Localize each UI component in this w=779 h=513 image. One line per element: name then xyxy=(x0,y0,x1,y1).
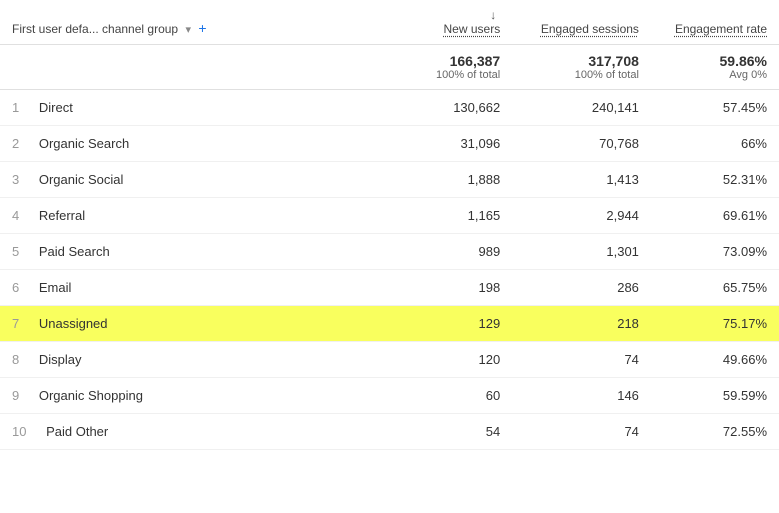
sort-icon: ↓ xyxy=(490,8,496,22)
row-engagement-rate-cell: 73.09% xyxy=(651,234,779,270)
row-new-users-cell: 54 xyxy=(363,414,512,450)
channel-name: Display xyxy=(39,352,82,367)
engagement-rate-label[interactable]: Engagement rate xyxy=(663,22,767,36)
row-new-users-cell: 198 xyxy=(363,270,512,306)
table-row: 9 Organic Shopping 60 146 59.59% xyxy=(0,378,779,414)
row-new-users-cell: 1,888 xyxy=(363,162,512,198)
new-users-column-header: ↓New users xyxy=(363,0,512,45)
channel-name: Unassigned xyxy=(39,316,108,331)
row-engaged-sessions-cell: 146 xyxy=(512,378,651,414)
table-row: 2 Organic Search 31,096 70,768 66% xyxy=(0,126,779,162)
channel-name: Email xyxy=(39,280,72,295)
row-engagement-rate-cell: 49.66% xyxy=(651,342,779,378)
row-dimension-cell: 8 Display xyxy=(0,342,363,378)
row-engaged-sessions-cell: 240,141 xyxy=(512,90,651,126)
row-new-users-cell: 1,165 xyxy=(363,198,512,234)
row-number: 10 xyxy=(12,424,26,439)
row-number: 1 xyxy=(12,100,19,115)
totals-engagement-rate-cell: 59.86% Avg 0% xyxy=(651,45,779,90)
row-engaged-sessions-cell: 218 xyxy=(512,306,651,342)
row-engaged-sessions-cell: 2,944 xyxy=(512,198,651,234)
channel-name: Organic Social xyxy=(39,172,124,187)
engaged-sessions-column-header: Engaged sessions xyxy=(512,0,651,45)
row-engaged-sessions-cell: 1,301 xyxy=(512,234,651,270)
row-dimension-cell: 3 Organic Social xyxy=(0,162,363,198)
row-dimension-cell: 10 Paid Other xyxy=(0,414,363,450)
row-new-users-cell: 989 xyxy=(363,234,512,270)
row-new-users-cell: 120 xyxy=(363,342,512,378)
table-row: 8 Display 120 74 49.66% xyxy=(0,342,779,378)
row-engagement-rate-cell: 65.75% xyxy=(651,270,779,306)
totals-new-users-sub: 100% of total xyxy=(375,69,500,81)
row-engaged-sessions-cell: 74 xyxy=(512,342,651,378)
totals-dimension-cell xyxy=(0,45,363,90)
row-number: 6 xyxy=(12,280,19,295)
totals-engaged-sessions-main: 317,708 xyxy=(524,53,639,69)
totals-engaged-sessions-cell: 317,708 100% of total xyxy=(512,45,651,90)
channel-name: Referral xyxy=(39,208,85,223)
channel-name: Paid Search xyxy=(39,244,110,259)
row-new-users-cell: 31,096 xyxy=(363,126,512,162)
engagement-rate-column-header: Engagement rate xyxy=(651,0,779,45)
table-row: 4 Referral 1,165 2,944 69.61% xyxy=(0,198,779,234)
row-engagement-rate-cell: 66% xyxy=(651,126,779,162)
row-engaged-sessions-cell: 74 xyxy=(512,414,651,450)
table-row: 6 Email 198 286 65.75% xyxy=(0,270,779,306)
row-number: 3 xyxy=(12,172,19,187)
row-new-users-cell: 129 xyxy=(363,306,512,342)
row-number: 5 xyxy=(12,244,19,259)
table-row: 5 Paid Search 989 1,301 73.09% xyxy=(0,234,779,270)
row-engagement-rate-cell: 59.59% xyxy=(651,378,779,414)
row-engaged-sessions-cell: 286 xyxy=(512,270,651,306)
row-dimension-cell: 6 Email xyxy=(0,270,363,306)
totals-row: 166,387 100% of total 317,708 100% of to… xyxy=(0,45,779,90)
channel-name: Organic Shopping xyxy=(39,388,143,403)
totals-engaged-sessions-sub: 100% of total xyxy=(524,69,639,81)
analytics-table: First user defa... channel group ▾ + ↓Ne… xyxy=(0,0,779,450)
totals-new-users-main: 166,387 xyxy=(375,53,500,69)
row-dimension-cell: 5 Paid Search xyxy=(0,234,363,270)
row-number: 8 xyxy=(12,352,19,367)
row-number: 2 xyxy=(12,136,19,151)
row-engaged-sessions-cell: 70,768 xyxy=(512,126,651,162)
row-new-users-cell: 60 xyxy=(363,378,512,414)
engaged-sessions-label[interactable]: Engaged sessions xyxy=(524,22,639,36)
totals-engagement-rate-main: 59.86% xyxy=(663,53,767,69)
row-dimension-cell: 7 Unassigned xyxy=(0,306,363,342)
dimension-label: First user defa... channel group xyxy=(12,22,178,36)
row-engagement-rate-cell: 69.61% xyxy=(651,198,779,234)
row-engagement-rate-cell: 52.31% xyxy=(651,162,779,198)
totals-engagement-rate-sub: Avg 0% xyxy=(663,69,767,81)
add-column-icon[interactable]: + xyxy=(198,20,206,36)
channel-name: Direct xyxy=(39,100,73,115)
dropdown-icon[interactable]: ▾ xyxy=(185,23,191,36)
table-row: 10 Paid Other 54 74 72.55% xyxy=(0,414,779,450)
row-dimension-cell: 4 Referral xyxy=(0,198,363,234)
row-dimension-cell: 2 Organic Search xyxy=(0,126,363,162)
totals-new-users-cell: 166,387 100% of total xyxy=(363,45,512,90)
row-new-users-cell: 130,662 xyxy=(363,90,512,126)
row-number: 7 xyxy=(12,316,19,331)
new-users-label[interactable]: New users xyxy=(375,22,500,36)
row-dimension-cell: 9 Organic Shopping xyxy=(0,378,363,414)
table-row: 3 Organic Social 1,888 1,413 52.31% xyxy=(0,162,779,198)
row-engagement-rate-cell: 57.45% xyxy=(651,90,779,126)
row-engaged-sessions-cell: 1,413 xyxy=(512,162,651,198)
row-number: 4 xyxy=(12,208,19,223)
row-engagement-rate-cell: 72.55% xyxy=(651,414,779,450)
channel-name: Organic Search xyxy=(39,136,129,151)
dimension-column-header: First user defa... channel group ▾ + xyxy=(0,0,363,45)
table-row: 7 Unassigned 129 218 75.17% xyxy=(0,306,779,342)
row-dimension-cell: 1 Direct xyxy=(0,90,363,126)
table-row: 1 Direct 130,662 240,141 57.45% xyxy=(0,90,779,126)
row-engagement-rate-cell: 75.17% xyxy=(651,306,779,342)
row-number: 9 xyxy=(12,388,19,403)
channel-name: Paid Other xyxy=(46,424,108,439)
